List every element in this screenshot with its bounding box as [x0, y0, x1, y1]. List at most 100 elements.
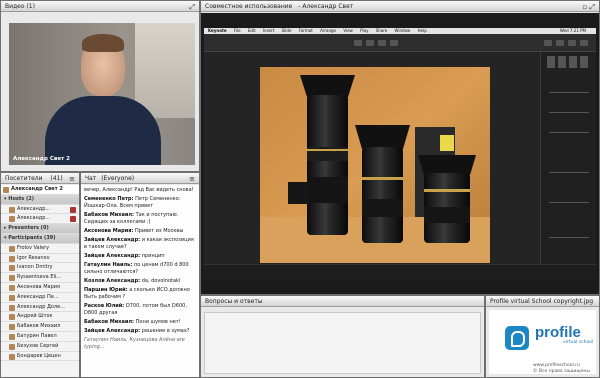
webcam-icon: [70, 216, 76, 223]
logo-rights: © Все права защищены: [533, 369, 590, 374]
menubar-item: Slide: [281, 28, 292, 33]
attendee-name: Аксенова Мария: [17, 283, 61, 290]
video-pod: Видео (1) ⤢ Александр Свет 2: [0, 0, 200, 172]
attendee-row[interactable]: Бабаков Михаил: [1, 322, 79, 332]
fullscreen-icon[interactable]: ⤢: [189, 2, 195, 11]
video-presenter-name: Александр Свет 2: [13, 156, 70, 162]
fullscreen-icon[interactable]: ▫ ⤢: [582, 2, 595, 11]
attendee-row[interactable]: Rysaentseva Eli...: [1, 273, 79, 283]
logo-image: profile virtual school www.profileschool…: [489, 310, 596, 374]
user-icon: [9, 353, 15, 360]
attendee-list: Александр Свет 2 ▾ Hosts (2) Александр..…: [1, 185, 79, 377]
menubar-item: File: [233, 28, 241, 33]
video-pod-header[interactable]: Видео (1) ⤢: [1, 1, 199, 12]
chat-message: Семененко Петр: Петр Семененко: Йошкар-О…: [84, 196, 181, 209]
user-icon: [9, 265, 15, 272]
group-label: Participants (39): [8, 234, 56, 241]
profile-logo-icon: [505, 326, 529, 350]
share-pod-header[interactable]: Совместное использование - Александр Све…: [201, 1, 599, 12]
logo-pod-title: Profile virtual School copyright.jpg: [490, 298, 594, 305]
user-icon: [9, 245, 15, 252]
logo-subtitle: virtual school: [563, 340, 594, 345]
attendee-name: Ivanon Dmitry: [17, 264, 53, 271]
attendee-name: Rysaentseva Eli...: [17, 274, 62, 281]
chat-message: Зайцев Александр: принцип: [84, 253, 165, 259]
webcam-video: Александр Свет 2: [9, 23, 195, 165]
attendees-pod-header[interactable]: Посетители (41) ≡: [1, 173, 79, 184]
attendee-name: Александр Доле...: [17, 303, 66, 310]
user-icon: [9, 284, 15, 291]
attendee-row[interactable]: Батурин Павел: [1, 332, 79, 342]
attendee-row[interactable]: Ivanon Dmitry: [1, 263, 79, 274]
attendee-name: Frolov Valery: [17, 244, 50, 251]
shared-filmstrip: [204, 264, 596, 280]
menubar-item: Play: [360, 28, 369, 33]
share-pod-title: Совместное использование: [205, 3, 293, 10]
user-icon: [9, 304, 15, 311]
menubar-item: Keynote: [208, 28, 227, 33]
chat-messages: вечер, Александр! Рад Вас видеть снова! …: [81, 185, 199, 377]
attendee-row[interactable]: Александр Пе...: [1, 293, 79, 303]
menubar-item: Arrange: [320, 28, 337, 33]
attendee-row[interactable]: Безухов Сергей: [1, 342, 79, 352]
menubar-item: Insert: [262, 28, 275, 33]
user-icon: [9, 324, 15, 331]
attendee-group-hosts[interactable]: ▾ Hosts (2): [1, 194, 79, 205]
attendee-row[interactable]: Frolov Valery: [1, 244, 79, 254]
attendee-row[interactable]: Александр...: [1, 205, 79, 215]
share-pod-subtitle: - Александр Свет: [298, 3, 354, 10]
attendee-name: Александр...: [17, 215, 51, 222]
attendee-name: Бабаков Михаил: [17, 323, 61, 330]
attendee-row[interactable]: Александр Доле...: [1, 303, 79, 313]
user-icon: [9, 294, 15, 301]
user-icon: [9, 275, 15, 282]
qa-pod: Вопросы и ответы: [200, 295, 485, 378]
user-icon: [9, 255, 15, 262]
chat-message: Зайцев Александр: решение в зумах?: [84, 328, 190, 334]
attendee-group-presenters[interactable]: ▸ Presenters (0): [1, 224, 79, 234]
attendees-count: (41): [50, 175, 63, 182]
attendee-name: Александр Свет 2: [11, 186, 63, 192]
attendee-name: Александр Пе...: [17, 293, 59, 300]
attendee-name: Безухов Сергей: [17, 342, 59, 349]
menubar-item: Window: [394, 28, 411, 33]
pod-menu-icon[interactable]: ≡: [189, 174, 195, 183]
chat-message: Расков Юлий: D700, потом был D600, D800 …: [84, 303, 187, 316]
group-label: Presenters (0): [8, 225, 49, 232]
video-pod-count: (1): [26, 3, 35, 10]
logo-pod: Profile virtual School copyright.jpg pro…: [485, 295, 600, 378]
attendee-row[interactable]: Igor Resanov: [1, 254, 79, 264]
attendee-row[interactable]: Аксенова Мария: [1, 283, 79, 293]
attendee-name: Александр...: [17, 205, 51, 212]
attendee-group-participants[interactable]: ▾ Participants (39): [1, 233, 79, 244]
chat-message: Козлов Александр: da, dovolnotaki: [84, 278, 181, 284]
menubar-item: Share: [375, 28, 388, 33]
user-icon: [9, 343, 15, 350]
logo-word: profile: [535, 324, 581, 341]
user-icon: [9, 333, 15, 340]
user-icon: [9, 216, 15, 223]
attendee-row[interactable]: Андрей Шток: [1, 312, 79, 323]
shared-right-panel: [540, 52, 596, 264]
attendee-self[interactable]: Александр Свет 2: [1, 185, 79, 195]
logo-footer: www.profileschool.ru © Все права защищен…: [533, 363, 590, 375]
attendee-name: Андрей Шток: [17, 313, 53, 320]
attendee-row[interactable]: Бондарев Цецен: [1, 352, 79, 362]
shared-app-toolbar: [204, 34, 596, 52]
chat-message: Бабаков Михаил: Пони шумов нет!: [84, 319, 181, 325]
chat-message: Гатаулин Наиль: по ценам d700 d 800 силь…: [84, 262, 189, 275]
qa-question-list[interactable]: [204, 312, 481, 374]
chat-title: Чат: [85, 175, 97, 182]
menubar-item: Format: [298, 28, 313, 33]
chat-message: Бабаков Михаил: Так и поступаю. Сидящих …: [84, 212, 179, 225]
pod-menu-icon[interactable]: ≡: [69, 174, 75, 183]
attendee-row[interactable]: Александр...: [1, 214, 79, 225]
group-label: Hosts (2): [8, 195, 35, 202]
qa-pod-header[interactable]: Вопросы и ответы: [201, 296, 484, 307]
chat-pod-header[interactable]: Чат (Everyone) ≡: [81, 173, 199, 184]
attendees-pod: Посетители (41) ≡ Александр Свет 2 ▾ Hos…: [0, 172, 80, 378]
attendees-title: Посетители: [5, 175, 43, 182]
attendee-name: Батурин Павел: [17, 332, 57, 339]
chat-scope: (Everyone): [101, 175, 135, 182]
logo-pod-header[interactable]: Profile virtual School copyright.jpg: [486, 296, 599, 307]
